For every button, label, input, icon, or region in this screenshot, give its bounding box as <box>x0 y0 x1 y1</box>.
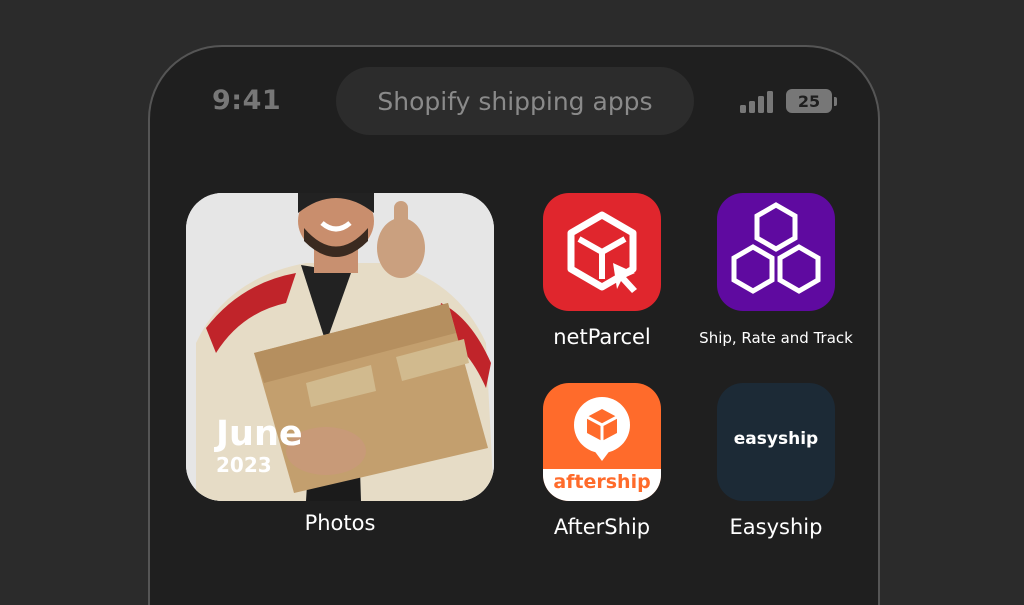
easyship-wordmark: easyship <box>733 429 819 449</box>
app-label-netparcel: netParcel <box>553 325 651 349</box>
app-label-easyship: Easyship <box>729 515 823 539</box>
app-ship-rate-track[interactable]: Ship, Rate and Track <box>696 193 856 347</box>
aftership-wordmark: aftership <box>553 471 651 493</box>
phone-frame: 9:41 Shopify shipping apps 25 June 2023 … <box>148 45 880 605</box>
widget-date: June 2023 <box>216 415 303 477</box>
status-time: 9:41 <box>212 85 282 116</box>
battery-icon: 25 <box>786 89 832 113</box>
photos-widget-label: Photos <box>304 511 376 535</box>
battery-level: 25 <box>797 91 821 111</box>
app-easyship[interactable]: easyship Easyship <box>696 383 856 539</box>
app-netparcel[interactable]: netParcel <box>522 193 682 349</box>
app-label-aftership: AfterShip <box>553 515 651 539</box>
hexagons-icon <box>717 193 835 311</box>
app-label-ship-rate-track: Ship, Rate and Track <box>699 329 853 347</box>
widget-year: 2023 <box>216 453 272 477</box>
widget-month: June <box>216 414 303 454</box>
netparcel-box-cursor-icon <box>543 193 661 311</box>
easyship-icon: easyship <box>717 383 835 501</box>
dynamic-island-text: Shopify shipping apps <box>377 86 653 116</box>
app-aftership[interactable]: aftership AfterShip <box>522 383 682 539</box>
battery-nub <box>834 97 837 106</box>
photos-widget[interactable]: June 2023 <box>186 193 494 501</box>
dynamic-island: Shopify shipping apps <box>336 67 694 135</box>
aftership-icon: aftership <box>543 383 661 501</box>
cellular-signal-icon <box>740 91 776 113</box>
